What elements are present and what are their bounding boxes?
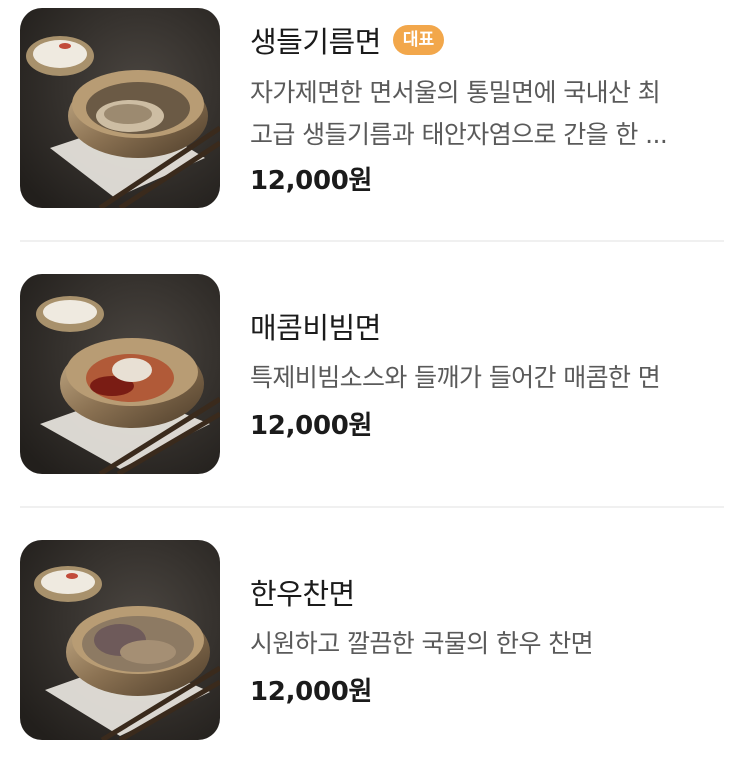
menu-item-title-row: 생들기름면 대표: [250, 20, 445, 60]
menu-item-hanwoo-cold-noodles[interactable]: 한우찬면 시원하고 깔끔한 국물의 한우 찬면 12,000원: [0, 540, 734, 740]
menu-item-spicy-bibim-noodles[interactable]: 매콤비빔면 특제비빔소스와 들깨가 들어간 매콤한 면 12,000원: [0, 274, 734, 474]
signature-badge: 대표: [392, 25, 445, 55]
menu-item-name: 한우찬면: [250, 577, 355, 611]
menu-list: 생들기름면 대표 자가제면한 면서울의 통밀면에 국내산 최 고급 생들기름과 …: [0, 0, 734, 772]
menu-item-description: 시원하고 깔끔한 국물의 한우 찬면: [250, 623, 716, 665]
menu-item-perilla-oil-noodles[interactable]: 생들기름면 대표 자가제면한 면서울의 통밀면에 국내산 최 고급 생들기름과 …: [0, 8, 734, 208]
menu-item-description: 자가제면한 면서울의 통밀면에 국내산 최 고급 생들기름과 태안자염으로 간을…: [250, 72, 716, 156]
menu-item-title-row: 한우찬면: [250, 572, 355, 612]
menu-item-description: 특제비빔소스와 들깨가 들어간 매콤한 면: [250, 357, 716, 399]
menu-item-price: 12,000원: [250, 677, 373, 707]
description-line: 고급 생들기름과 태안자염으로 간을 한 ...: [250, 120, 668, 149]
description-line: 자가제면한 면서울의 통밀면에 국내산 최: [250, 78, 661, 107]
description-line: 특제비빔소스와 들깨가 들어간 매콤한 면: [250, 363, 661, 392]
divider: [20, 240, 724, 242]
menu-item-info: 생들기름면 대표 자가제면한 면서울의 통밀면에 국내산 최 고급 생들기름과 …: [250, 8, 724, 208]
divider: [20, 506, 724, 508]
description-line: 시원하고 깔끔한 국물의 한우 찬면: [250, 629, 594, 658]
menu-item-info: 한우찬면 시원하고 깔끔한 국물의 한우 찬면 12,000원: [250, 540, 724, 740]
menu-item-name: 매콤비빔면: [250, 311, 381, 345]
menu-item-image[interactable]: [20, 274, 220, 474]
menu-item-title-row: 매콤비빔면: [250, 306, 381, 346]
menu-item-name: 생들기름면: [250, 25, 381, 59]
menu-item-image[interactable]: [20, 8, 220, 208]
menu-item-info: 매콤비빔면 특제비빔소스와 들깨가 들어간 매콤한 면 12,000원: [250, 274, 724, 474]
menu-item-price: 12,000원: [250, 411, 373, 441]
menu-item-price: 12,000원: [250, 166, 373, 196]
menu-item-image[interactable]: [20, 540, 220, 740]
